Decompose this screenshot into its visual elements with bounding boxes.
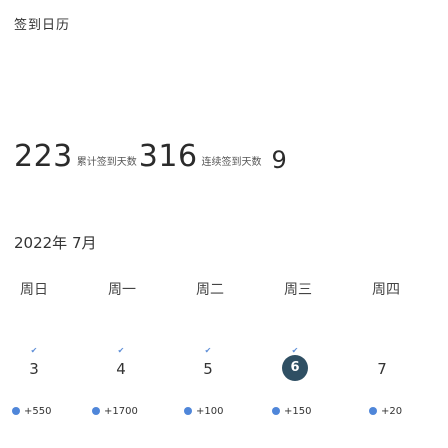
reward-item: +100 (184, 403, 223, 419)
reward-amount: +550 (24, 405, 52, 417)
stats-row: 223 累计签到天数 316 连续签到天数 9 (14, 139, 448, 174)
coin-icon (272, 407, 280, 415)
weekday-thursday: 周四 (372, 282, 400, 298)
calendar-days-row: ✔ 3 ✔ 4 ✔ 5 ✔ 6 7 (0, 346, 448, 390)
third-stat-value: 9 (271, 146, 287, 174)
day-number: 4 (116, 360, 126, 378)
total-checkin-days-value: 223 (14, 139, 73, 174)
coin-icon (92, 407, 100, 415)
calendar-day-current[interactable]: ✔ 6 (270, 346, 320, 390)
weekday-sunday: 周日 (20, 282, 48, 298)
weekday-header-row: 周日 周一 周二 周三 周四 (0, 279, 448, 299)
reward-item: +150 (272, 403, 311, 419)
weekday-monday: 周一 (108, 282, 136, 298)
coin-icon (369, 407, 377, 415)
reward-amount: +100 (196, 405, 224, 417)
checkmark-icon: ✔ (30, 346, 38, 355)
month-title: 2022年 7月 (14, 234, 97, 252)
reward-item: +1700 (92, 403, 138, 419)
day-number: 5 (203, 360, 213, 378)
reward-amount: +150 (284, 405, 312, 417)
consecutive-checkin-days-value: 316 (138, 139, 198, 174)
coin-icon (12, 407, 20, 415)
weekday-wednesday: 周三 (284, 282, 312, 298)
day-number: 7 (377, 360, 387, 378)
calendar-day[interactable]: 7 (357, 346, 407, 390)
consecutive-checkin-days-label: 连续签到天数 (201, 157, 262, 168)
coin-icon (184, 407, 192, 415)
day-number: 3 (29, 360, 39, 378)
reward-amount: +20 (381, 405, 403, 417)
weekday-tuesday: 周二 (196, 282, 224, 298)
reward-item: +20 (369, 403, 402, 419)
calendar-day[interactable]: ✔ 3 (9, 346, 59, 390)
page-title: 签到日历 (14, 18, 71, 33)
calendar-day[interactable]: ✔ 4 (96, 346, 146, 390)
rewards-row: +550 +1700 +100 +150 +20 (0, 403, 448, 419)
checkmark-icon: ✔ (204, 346, 212, 355)
current-day-badge: 6 (282, 355, 308, 381)
checkmark-icon: ✔ (117, 346, 125, 355)
calendar-day[interactable]: ✔ 5 (183, 346, 233, 390)
total-checkin-days-label: 累计签到天数 (76, 157, 137, 168)
reward-item: +550 (12, 403, 51, 419)
reward-amount: +1700 (104, 405, 138, 417)
